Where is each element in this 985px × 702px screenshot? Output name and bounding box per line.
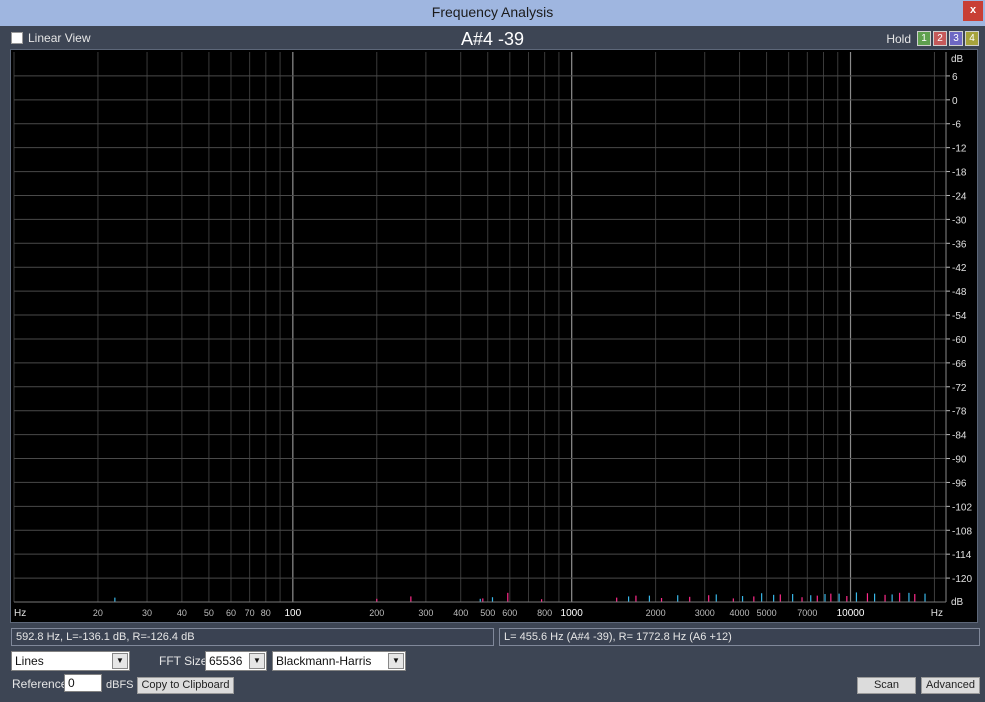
x-tick-label: 300 [418,608,433,618]
window-function-value: Blackmann-Harris [276,654,372,668]
y-tick-label: -30 [952,215,967,226]
y-tick-label: -54 [952,311,967,322]
cursor-readout: 592.8 Hz, L=-136.1 dB, R=-126.4 dB [11,628,494,646]
display-mode-select[interactable]: Lines ▼ [11,651,130,671]
x-tick-label: 30 [142,608,152,618]
copy-to-clipboard-button[interactable]: Copy to Clipboard [137,677,234,694]
y-tick-label: -96 [952,478,967,489]
display-mode-value: Lines [15,654,44,668]
x-tick-label: 70 [245,608,255,618]
x-axis-unit-left: Hz [14,608,26,619]
y-axis-unit-top: dB [951,54,964,65]
spectrum-plot[interactable]: 6 0 -6 -12 -18 -24 -30 -36 -42 -48 -54 -60 -66 -72 -78… [10,49,978,623]
reference-input[interactable]: 0 [64,674,102,692]
y-tick-label: 0 [952,96,958,107]
y-tick-label: -120 [952,574,972,585]
x-tick-label: 200 [369,608,384,618]
x-tick-label: 60 [226,608,236,618]
x-tick-label: 80 [261,608,271,618]
y-tick-label: -12 [952,144,967,155]
y-tick-label: -72 [952,383,967,394]
fft-size-select[interactable]: 65536 ▼ [205,651,267,671]
note-readout: A#4 -39 [460,29,525,49]
x-tick-label: 4000 [730,608,750,618]
reference-label: Reference [12,677,68,691]
x-tick-label: 50 [204,608,214,618]
fft-size-label: FFT Size [159,654,208,668]
hold-label: Hold [886,31,911,46]
x-tick-label: 600 [502,608,517,618]
x-tick-label: 2000 [646,608,666,618]
y-tick-label: -114 [952,550,972,561]
x-tick-label: 1000 [561,608,584,619]
x-tick-label: 20 [93,608,103,618]
y-tick-label: -78 [952,407,967,418]
y-tick-label: -66 [952,359,967,370]
peak-readout: L= 455.6 Hz (A#4 -39), R= 1772.8 Hz (A6 … [499,628,980,646]
x-tick-label: 40 [177,608,187,618]
y-tick-label: -84 [952,431,967,442]
title-bar: Frequency Analysis x [0,0,985,26]
spectrum-chart: 60-6-12-18-24-30-36-42-48-54-60-66-72-78… [13,52,972,619]
y-tick-label: -24 [952,191,967,202]
fft-size-value: 65536 [209,654,243,668]
x-tick-label: 400 [453,608,468,618]
x-tick-label: 800 [537,608,552,618]
hold-button-1[interactable]: 1 [917,31,931,46]
window-function-select[interactable]: Blackmann-Harris ▼ [272,651,406,671]
x-tick-label: 3000 [695,608,715,618]
scan-button[interactable]: Scan [857,677,916,694]
y-tick-label: 6 [952,72,958,83]
y-tick-label: -102 [952,502,972,513]
x-axis-unit-right: Hz [931,608,943,619]
chevron-down-icon[interactable]: ▼ [249,653,265,669]
y-tick-label: -36 [952,239,967,250]
advanced-button[interactable]: Advanced [921,677,980,694]
hold-controls: Hold 1 2 3 4 [886,31,979,46]
x-tick-label: 10000 [837,608,865,619]
y-tick-label: -48 [952,287,967,298]
reference-unit: dBFS [106,679,134,691]
x-tick-label: 7000 [797,608,817,618]
chevron-down-icon[interactable]: ▼ [112,653,128,669]
chevron-down-icon[interactable]: ▼ [388,653,404,669]
x-tick-label: 500 [480,608,495,618]
x-tick-label: 5000 [757,608,777,618]
hold-button-4[interactable]: 4 [965,31,979,46]
close-button[interactable]: x [963,1,983,21]
hold-button-2[interactable]: 2 [933,31,947,46]
y-tick-label: -90 [952,455,967,466]
y-tick-label: -60 [952,335,967,346]
y-tick-label: -6 [952,120,961,131]
window-title: Frequency Analysis [431,4,554,20]
y-axis-unit-bottom: dB [951,597,964,608]
y-tick-label: -108 [952,526,972,537]
y-tick-label: -42 [952,263,967,274]
x-tick-label: 100 [284,608,301,619]
y-tick-label: -18 [952,168,967,179]
hold-button-3[interactable]: 3 [949,31,963,46]
